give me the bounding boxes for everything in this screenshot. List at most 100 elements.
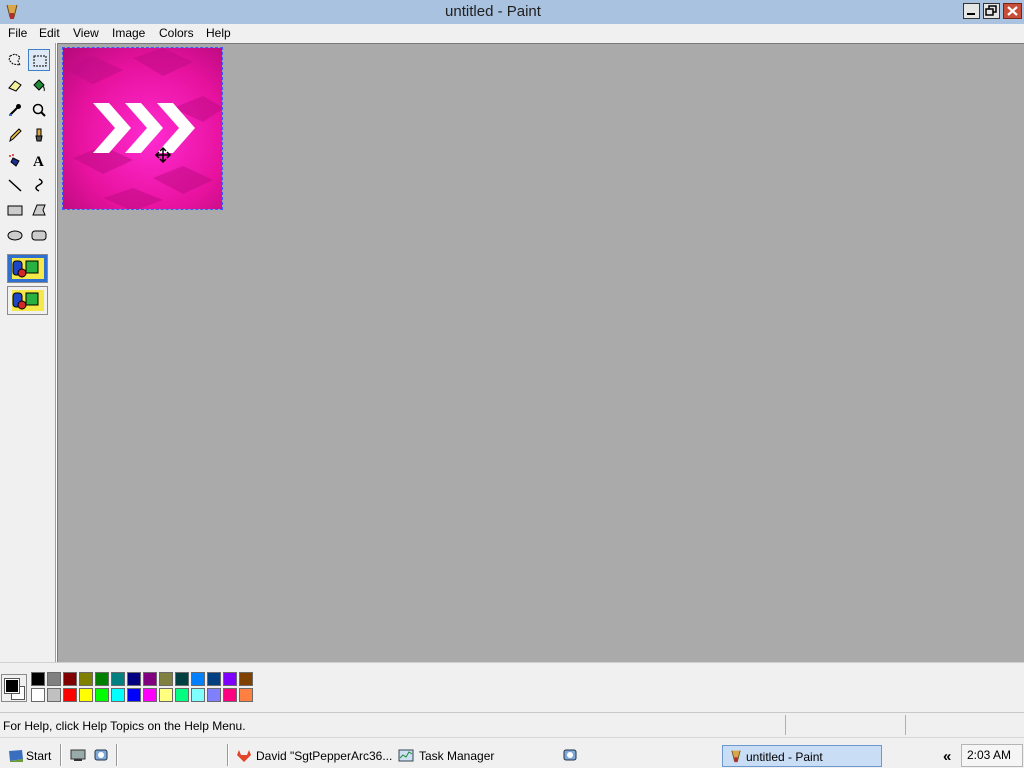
palette-swatch[interactable] (95, 672, 109, 686)
palette-swatch[interactable] (95, 688, 109, 702)
taskbar-separator-3 (227, 744, 229, 766)
start-icon (9, 750, 23, 762)
pencil-icon (9, 128, 22, 143)
palette-swatch[interactable] (223, 672, 237, 686)
quick-launch-icon[interactable] (93, 748, 109, 762)
clock-time: 2:03 AM (967, 748, 1012, 762)
palette-swatch[interactable] (127, 672, 141, 686)
palette-swatch[interactable] (127, 688, 141, 702)
show-desktop-icon[interactable] (70, 748, 86, 762)
palette-swatch[interactable] (207, 672, 221, 686)
status-bar: For Help, click Help Topics on the Help … (0, 712, 1024, 737)
status-pane-size (905, 715, 1023, 735)
system-clock[interactable]: 2:03 AM (961, 744, 1023, 767)
palette-swatch[interactable] (159, 688, 173, 702)
palette-swatch[interactable] (239, 688, 253, 702)
transparent-background-option[interactable] (7, 286, 48, 315)
palette-swatch[interactable] (79, 688, 93, 702)
polygon-tool[interactable] (28, 199, 50, 221)
magnifier-icon (32, 103, 46, 117)
start-button[interactable]: Start (4, 744, 52, 766)
rectangle-select-icon (33, 55, 47, 67)
menu-view[interactable]: View (73, 26, 99, 40)
line-tool[interactable] (4, 174, 26, 196)
minimize-icon (967, 13, 975, 15)
palette-swatch[interactable] (159, 672, 173, 686)
pasted-image-selection[interactable] (62, 47, 223, 210)
palette-swatch[interactable] (175, 688, 189, 702)
rectangle-icon (7, 205, 23, 216)
title-bar[interactable]: untitled - Paint (0, 0, 1024, 24)
brush-tool[interactable] (28, 124, 50, 146)
text-tool[interactable]: A (28, 149, 50, 171)
select-tool[interactable] (28, 49, 50, 71)
pick-color-tool[interactable] (4, 99, 26, 121)
palette-swatch[interactable] (191, 688, 205, 702)
shapes-transparent-icon (12, 290, 44, 311)
eraser-tool[interactable] (4, 74, 26, 96)
tray-chevron-button[interactable]: « (938, 745, 958, 767)
foreground-color-swatch[interactable] (4, 678, 20, 694)
palette-swatch[interactable] (175, 672, 189, 686)
eraser-icon (8, 80, 22, 92)
magenta-arrows-image (63, 48, 222, 209)
free-form-select-icon (8, 53, 21, 66)
paint-bucket-icon (33, 79, 45, 92)
rectangle-tool[interactable] (4, 199, 26, 221)
taskbar-item-david-label: David "SgtPepperArc36... (256, 749, 393, 763)
palette-swatch[interactable] (207, 688, 221, 702)
curve-icon (35, 178, 43, 192)
palette-swatch[interactable] (239, 672, 253, 686)
palette-swatch[interactable] (111, 688, 125, 702)
window-icon[interactable] (562, 748, 578, 762)
color-box (0, 662, 1024, 712)
palette-swatch[interactable] (223, 688, 237, 702)
palette-swatch[interactable] (191, 672, 205, 686)
taskbar: Start David "SgtPepperArc36... Task Mana… (0, 737, 1024, 768)
palette-swatch[interactable] (31, 672, 45, 686)
close-button[interactable] (1003, 3, 1022, 19)
opaque-background-option[interactable] (7, 254, 48, 283)
airbrush-tool[interactable] (4, 149, 26, 171)
eyedropper-icon (9, 104, 21, 116)
rounded-rectangle-tool[interactable] (28, 224, 50, 246)
palette-swatch[interactable] (143, 688, 157, 702)
free-form-select-tool[interactable] (4, 49, 26, 71)
gitlab-fox-icon (237, 750, 251, 762)
airbrush-icon (9, 154, 20, 167)
close-icon (1007, 6, 1018, 16)
taskbar-item-task-manager-label: Task Manager (419, 749, 495, 763)
taskbar-item-task-manager[interactable]: Task Manager (396, 745, 546, 767)
menu-file[interactable]: File (8, 26, 27, 40)
text-icon: A (33, 154, 44, 168)
menu-image[interactable]: Image (112, 26, 145, 40)
restore-button[interactable] (983, 3, 1000, 19)
menu-colors[interactable]: Colors (159, 26, 194, 40)
menu-help[interactable]: Help (206, 26, 231, 40)
palette-swatch[interactable] (47, 672, 61, 686)
palette-swatch[interactable] (63, 672, 77, 686)
minimize-button[interactable] (963, 3, 980, 19)
taskbar-item-david[interactable]: David "SgtPepperArc36... (234, 745, 392, 767)
palette-swatch[interactable] (79, 672, 93, 686)
menu-bar: File Edit View Image Colors Help (0, 24, 1024, 43)
curve-tool[interactable] (28, 174, 50, 196)
palette-swatch[interactable] (143, 672, 157, 686)
fill-tool[interactable] (28, 74, 50, 96)
window-title: untitled - Paint (445, 3, 541, 20)
palette-swatch[interactable] (47, 688, 61, 702)
polygon-icon (32, 204, 46, 216)
palette-swatch[interactable] (111, 672, 125, 686)
palette-swatch[interactable] (63, 688, 77, 702)
palette-swatch[interactable] (31, 688, 45, 702)
taskbar-item-paint[interactable]: untitled - Paint (722, 745, 882, 767)
start-label: Start (26, 749, 52, 763)
menu-edit[interactable]: Edit (39, 26, 60, 40)
taskbar-item-paint-label: untitled - Paint (746, 750, 823, 764)
current-colors[interactable] (1, 674, 27, 702)
pencil-tool[interactable] (4, 124, 26, 146)
restore-icon (985, 5, 997, 16)
ellipse-tool[interactable] (4, 224, 26, 246)
magnifier-tool[interactable] (28, 99, 50, 121)
drawing-workspace[interactable] (57, 43, 1024, 662)
